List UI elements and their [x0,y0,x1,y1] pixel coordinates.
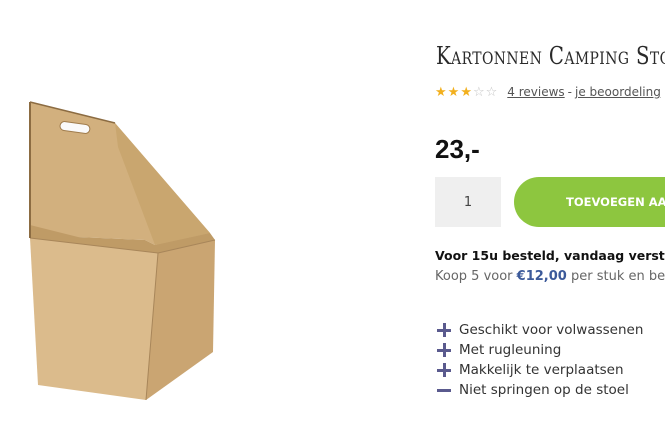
rating-separator: - [567,85,573,99]
feature-list: Geschikt voor volwassenen Met rugleuning… [437,320,643,400]
bulk-discount: Koop 5 voor €12,00 per stuk en bespaar [435,269,665,284]
feature-item: Niet springen op de stoel [437,380,643,400]
rating-row: ★ ★ ★ ☆ ☆ 4 reviews - je beoordeling [435,85,661,99]
feature-item: Makkelijk te verplaatsen [437,360,643,380]
product-title: Kartonnen Camping Stoel [436,42,665,70]
bulk-suffix: per stuk en bespaar [570,269,665,284]
write-review-link[interactable]: je beoordeling [575,85,661,99]
reviews-link[interactable]: 4 reviews [507,85,564,99]
plus-icon [437,323,451,337]
star-full-icon: ★ [435,84,447,100]
plus-icon [437,343,451,357]
quantity-input[interactable] [435,177,501,227]
feature-item: Geschikt voor volwassenen [437,320,643,340]
star-full-icon: ★ [460,84,472,100]
product-image[interactable] [18,95,223,405]
star-rating: ★ ★ ★ ☆ ☆ [435,86,497,99]
bulk-price: €12,00 [516,269,567,284]
product-price: 23,- [435,134,480,164]
star-empty-icon: ☆ [485,84,498,100]
plus-icon [437,363,451,377]
bulk-prefix: Koop 5 voor [435,269,513,284]
minus-icon [437,383,451,397]
feature-text: Geschikt voor volwassenen [459,322,644,338]
feature-text: Niet springen op de stoel [459,382,629,398]
star-empty-icon: ☆ [472,84,485,100]
feature-item: Met rugleuning [437,340,643,360]
add-to-cart-button[interactable]: TOEVOEGEN AAN [514,177,665,227]
delivery-note: Voor 15u besteld, vandaag verstuurd [435,248,665,263]
product-page: Kartonnen Camping Stoel ★ ★ ★ ☆ ☆ 4 revi… [0,0,665,421]
star-full-icon: ★ [447,84,460,100]
feature-text: Met rugleuning [459,342,562,358]
feature-text: Makkelijk te verplaatsen [459,362,624,378]
product-info: Kartonnen Camping Stoel ★ ★ ★ ☆ ☆ 4 revi… [435,0,665,421]
